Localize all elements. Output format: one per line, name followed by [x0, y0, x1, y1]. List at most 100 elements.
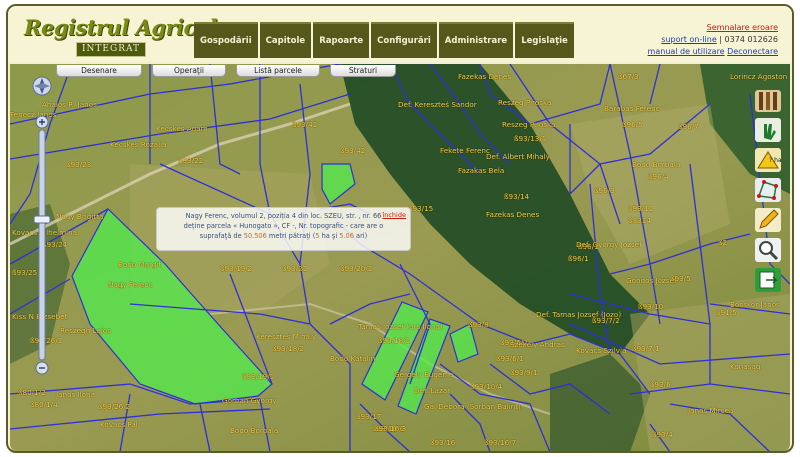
parcel-label: Kereszteś Mihaly: [256, 332, 317, 341]
nav-configurari[interactable]: Configurări: [371, 22, 437, 58]
parcel-label: Fekete Ferenc: [440, 146, 490, 155]
parcel-label: ß93/14: [504, 192, 530, 201]
parcel-label: ß96/4: [648, 172, 669, 181]
app-frame: Registrul Agricol INTEGRAT Gospodării Ca…: [6, 4, 794, 453]
tab-lista-parcele[interactable]: Listă parcele: [236, 65, 320, 77]
zoom-in-button[interactable]: [35, 115, 49, 129]
parcel-label: ß93/6/1: [496, 354, 524, 363]
parcel-label: ß2: [718, 238, 728, 247]
map-tabs: Desenare Operaţii Listă parcele Straturi: [10, 65, 790, 77]
map-layer[interactable]: [10, 64, 790, 452]
parcel-label: ß93/9/1: [510, 368, 538, 377]
nav-legislatie[interactable]: Legislaţie: [515, 22, 574, 58]
parcel-label: Gondos Jozsef: [626, 276, 677, 285]
parcel-label: Bodo Borbala: [230, 426, 279, 435]
tab-operatii[interactable]: Operaţii: [152, 65, 226, 77]
parcel-label: ß93/11: [628, 204, 654, 213]
pan-hand-icon[interactable]: [755, 118, 781, 142]
layers-icon[interactable]: [755, 90, 781, 112]
report-error-link[interactable]: Semnalare eroare: [707, 23, 778, 32]
parcel-label: Fazekas Denes: [486, 210, 540, 219]
export-icon[interactable]: [755, 268, 781, 292]
parcel-label: ß93/22: [178, 156, 204, 165]
link-separator: |: [716, 35, 725, 44]
nav-capitole[interactable]: Capitole: [259, 22, 312, 58]
parcel-label: ß93/23: [66, 160, 92, 169]
parcel-label: Tamas Jozsef (ars Ilona): [358, 322, 443, 331]
parcel-label: Bodo Margit: [118, 260, 162, 269]
parcel-label: Fazakas Bela: [458, 166, 505, 175]
parcel-label: Bodo Borbala: [632, 160, 681, 169]
parcel-label: ß93/41: [292, 120, 318, 129]
tab-straturi[interactable]: Straturi: [330, 65, 396, 77]
parcel-label: ß93/13/1: [514, 134, 547, 143]
parcel-info-popup: închide Nagy Ferenc, volumul 2, poziția …: [156, 207, 411, 251]
zoom-slider-handle[interactable]: [33, 215, 51, 224]
nav-administrare[interactable]: Administrare: [438, 22, 514, 58]
parcel-label: Barabas Ferenc: [604, 104, 660, 113]
parcel-label: Kecskes Adam: [156, 124, 208, 133]
parcel-label: Szekely Andras: [510, 340, 565, 349]
compass-icon[interactable]: [32, 76, 52, 96]
logo-subtitle: INTEGRAT: [76, 42, 146, 57]
app-logo[interactable]: Registrul Agricol INTEGRAT: [20, 15, 217, 61]
parcel-label: ß93/4: [652, 430, 673, 439]
popup-line-3: suprafaţă de 50.506 metri pătraţi (5 ha …: [163, 231, 404, 241]
main-nav: Gospodării Capitole Rapoarte Configurări…: [194, 22, 574, 58]
parcel-label: ß93/20/1: [340, 264, 373, 273]
parcel-label: ß93/16/7: [484, 438, 517, 447]
zoom-magnifier-icon[interactable]: [755, 238, 781, 262]
parcel-label: Reszeg Piroska: [502, 120, 556, 129]
tab-desenare[interactable]: Desenare: [56, 65, 142, 77]
parcel-label: ß96/3: [594, 186, 615, 195]
measure-icon[interactable]: ? ha: [755, 148, 782, 172]
parcel-label: ß93/42: [340, 146, 366, 155]
parcel-label: ß93/18/1: [378, 336, 411, 345]
popup-area-ari: 5.06: [339, 232, 354, 240]
logo-title: Registrul Agricol: [24, 15, 217, 40]
parcel-label: Def. Albert Mihaly: [486, 152, 550, 161]
support-online-link[interactable]: suport on-line: [661, 35, 716, 44]
parcel-label: ß93/16/3: [374, 424, 407, 433]
popup-close-link[interactable]: închide: [382, 210, 406, 220]
parcel-label: Reszegh Lajos: [60, 326, 111, 335]
parcel-label: ß93/10: [638, 302, 664, 311]
zoom-control-graphic: [32, 76, 52, 375]
parcel-label: ß96/7: [678, 122, 699, 131]
parcel-label: ß93/7/1: [632, 344, 660, 353]
parcel-label: Konasag: [730, 362, 761, 371]
parcel-label: ß93/10/4: [470, 382, 503, 391]
toolbar-icons: ? ha: [755, 90, 782, 292]
parcel-label: Def. Kereszteś Sandor: [398, 100, 477, 109]
parcel-label: ß3314: [628, 216, 651, 225]
app-header: Registrul Agricol INTEGRAT Gospodării Ca…: [8, 6, 792, 62]
parcel-label: Gorban Gyorgy: [222, 396, 277, 405]
parcel-label: ß93/6: [650, 380, 671, 389]
parcel-label: ß93/8: [468, 320, 489, 329]
parcel-label: ß93/5: [670, 274, 691, 283]
parcel-label: ß93/18/2: [272, 344, 305, 353]
svg-text:? ha: ? ha: [769, 157, 782, 164]
top-links: Semnalare eroare suport on-line | 0374 0…: [618, 22, 778, 58]
nav-gospodarii[interactable]: Gospodării: [194, 22, 258, 58]
polygon-edit-icon[interactable]: [755, 178, 781, 202]
zoom-out-button[interactable]: [35, 361, 49, 375]
parcel-label: Kovacs Szilvia: [576, 346, 627, 355]
parcel-label: Kecskes Rozalia: [110, 140, 167, 149]
zoom-slider-track[interactable]: [38, 129, 46, 361]
parcel-label: Kovacs Pal: [100, 420, 138, 429]
parcel-label: Def. Lazar: [414, 386, 451, 395]
nav-rapoarte[interactable]: Rapoarte: [313, 22, 370, 58]
parcel-label: Reszeg Piroska: [498, 98, 552, 107]
user-manual-link[interactable]: manual de utilizare: [648, 47, 725, 56]
logout-link[interactable]: Deconectare: [727, 47, 778, 56]
parcel-label: ß93/19/1: [242, 372, 275, 381]
draw-pencil-icon[interactable]: [755, 208, 781, 232]
parcel-label: ß93/17: [356, 412, 382, 421]
map-viewport[interactable]: Fazekas Denes ß67/3 Ahalos R. Janos Fenecz …: [10, 64, 790, 452]
popup-area-m2: 50.506: [243, 232, 267, 240]
parcel-label: ß91/5: [716, 308, 737, 317]
popup-area-mid2: ha şi: [319, 232, 340, 240]
support-phone: 0374 012626: [724, 35, 778, 44]
parcel-label: ß93/19/2: [220, 264, 253, 273]
